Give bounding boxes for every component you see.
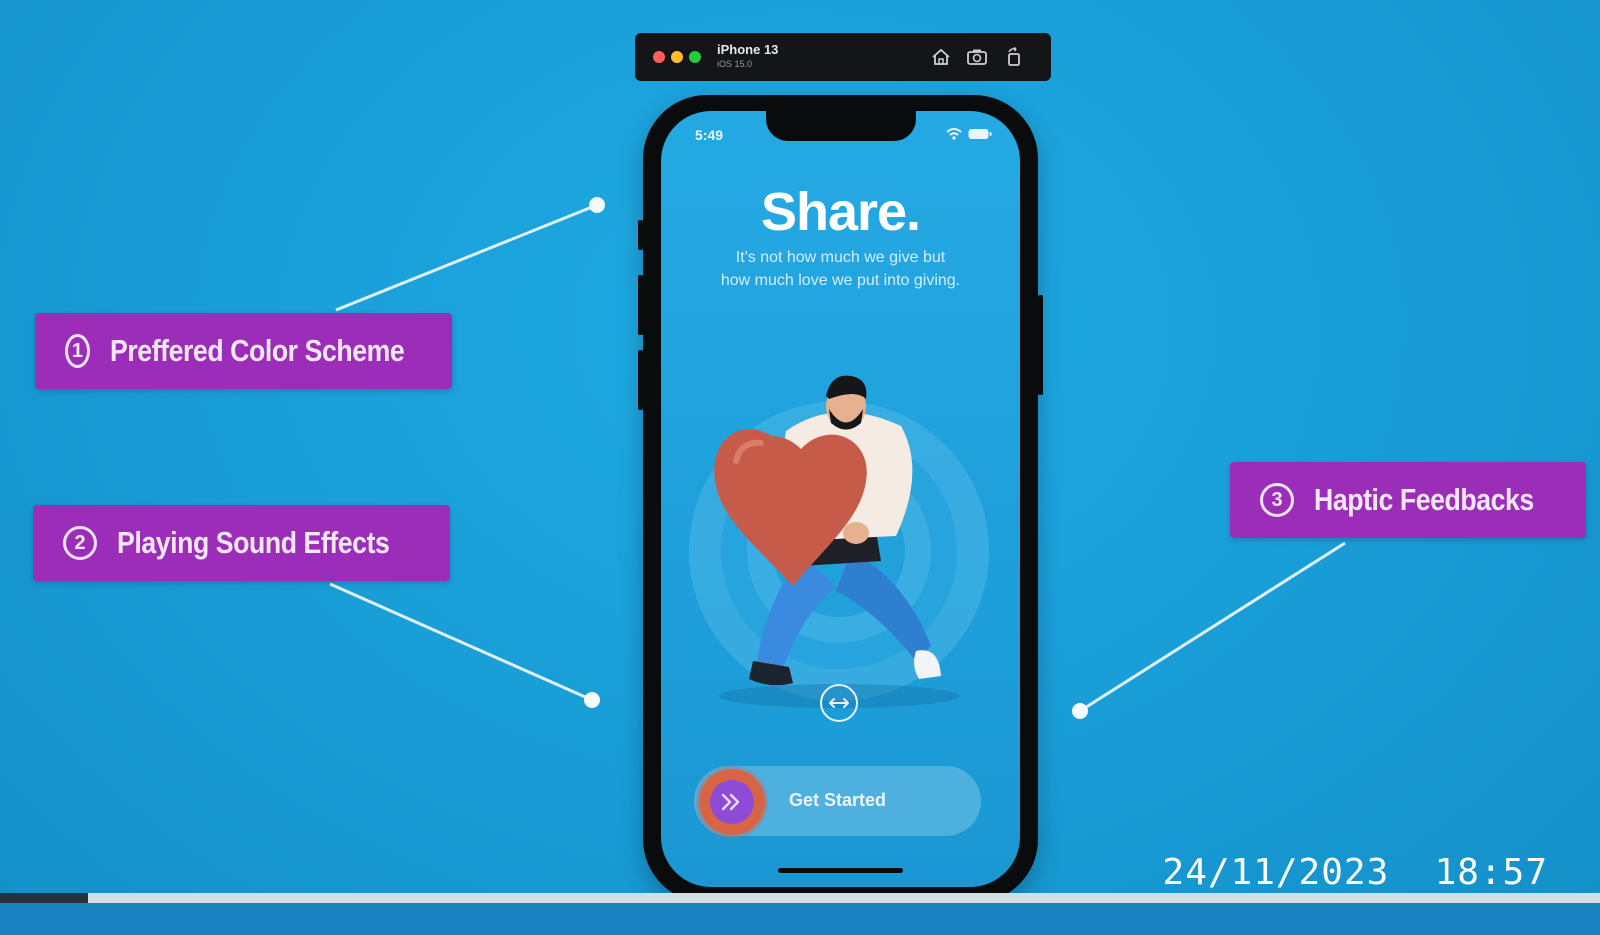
simulator-title-bar: iPhone 13 iOS 15.0 [635, 33, 1051, 81]
action-button [638, 220, 643, 250]
power-button [1038, 295, 1043, 395]
subtitle-line-2: how much love we put into giving. [720, 272, 961, 289]
status-icons [946, 128, 992, 140]
status-time: 5:49 [695, 127, 724, 143]
callout-number: 2 [63, 526, 97, 560]
double-chevron-right-icon [721, 793, 740, 811]
swap-arrows-icon [820, 684, 858, 722]
close-window-button[interactable] [653, 51, 665, 63]
get-started-label: Get Started [789, 790, 887, 810]
volume-up-button [638, 275, 643, 335]
os-version: iOS 15.0 [717, 59, 753, 69]
person-carrying-heart-illustration [689, 375, 989, 708]
wifi-icon [946, 128, 962, 140]
device-name: iPhone 13 [717, 42, 779, 57]
home-icon[interactable] [930, 46, 952, 68]
slider-knob[interactable] [699, 769, 765, 835]
minimize-window-button[interactable] [671, 51, 683, 63]
video-progress-fill [0, 893, 88, 903]
knob-center [710, 780, 754, 824]
callout-number: 3 [1260, 483, 1294, 517]
callout-haptic-feedbacks: 3 Haptic Feedbacks [1230, 462, 1586, 538]
video-progress-bar[interactable] [0, 893, 1600, 903]
get-started-slider[interactable]: Get Started [694, 766, 981, 836]
zoom-window-button[interactable] [689, 51, 701, 63]
bottom-band [0, 903, 1600, 935]
timestamp-time: 18:57 [1434, 852, 1548, 893]
phone-screen: 5:49 Share. It's not how much we give bu… [661, 111, 1020, 887]
home-indicator [778, 868, 903, 873]
callout-label: Playing Sound Effects [117, 525, 390, 560]
screenshot-icon[interactable] [966, 46, 988, 68]
callout-playing-sound-effects: 2 Playing Sound Effects [33, 505, 450, 581]
battery-icon [968, 129, 992, 139]
connector-dot-1 [589, 197, 605, 213]
callout-preferred-color-scheme: 1 Preffered Color Scheme [35, 313, 452, 389]
hand [843, 522, 869, 544]
onboarding-title: Share. [760, 182, 921, 242]
subtitle-line-1: It's not how much we give but [735, 249, 946, 266]
iphone-frame: 5:49 Share. It's not how much we give bu… [638, 95, 1043, 903]
onboarding-subtitle: It's not how much we give but how much l… [691, 246, 990, 292]
connector-dot-2 [584, 692, 600, 708]
rotate-icon[interactable] [1003, 46, 1025, 68]
volume-down-button [638, 350, 643, 410]
notch [766, 111, 916, 141]
callout-label: Haptic Feedbacks [1314, 482, 1534, 517]
timestamp-date: 24/11/2023 [1162, 852, 1390, 893]
connector-dot-3 [1072, 703, 1088, 719]
callout-label: Preffered Color Scheme [109, 333, 405, 368]
callout-number: 1 [65, 334, 90, 368]
video-timestamp: 24/11/2023 18:57 [1163, 852, 1548, 893]
